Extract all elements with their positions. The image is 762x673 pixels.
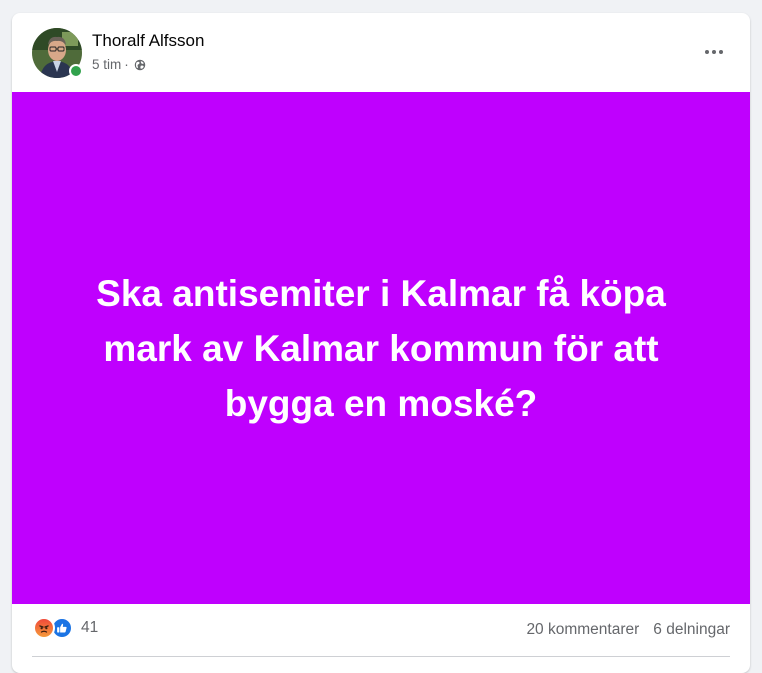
more-horizontal-icon xyxy=(705,50,723,54)
post-header: Thoralf Alfsson 5 tim · xyxy=(12,13,750,92)
reaction-count: 41 xyxy=(81,619,99,636)
post-text-image[interactable]: Ska antisemiter i Kalmar få köpa mark av… xyxy=(12,92,750,604)
comments-count-link[interactable]: 20 kommentarer xyxy=(526,621,639,639)
globe-icon[interactable] xyxy=(134,59,146,71)
post-meta: 5 tim · xyxy=(92,57,146,72)
meta-separator: · xyxy=(124,57,129,72)
shares-count-link[interactable]: 6 delningar xyxy=(653,621,730,639)
author-name[interactable]: Thoralf Alfsson xyxy=(92,31,204,51)
angry-icon xyxy=(33,617,55,639)
post-timestamp[interactable]: 5 tim xyxy=(92,57,121,72)
footer-divider xyxy=(32,656,730,657)
post-card: Thoralf Alfsson 5 tim · Ska antisemiter … xyxy=(12,13,750,673)
reactions-summary[interactable]: 41 xyxy=(33,617,98,639)
post-footer: 41 20 kommentarer 6 delningar xyxy=(12,604,750,657)
author-avatar[interactable] xyxy=(32,28,83,78)
post-image-text: Ska antisemiter i Kalmar få köpa mark av… xyxy=(96,272,666,424)
post-stats: 20 kommentarer 6 delningar xyxy=(526,621,730,639)
online-status-dot xyxy=(69,64,83,78)
more-options-button[interactable] xyxy=(696,34,732,70)
